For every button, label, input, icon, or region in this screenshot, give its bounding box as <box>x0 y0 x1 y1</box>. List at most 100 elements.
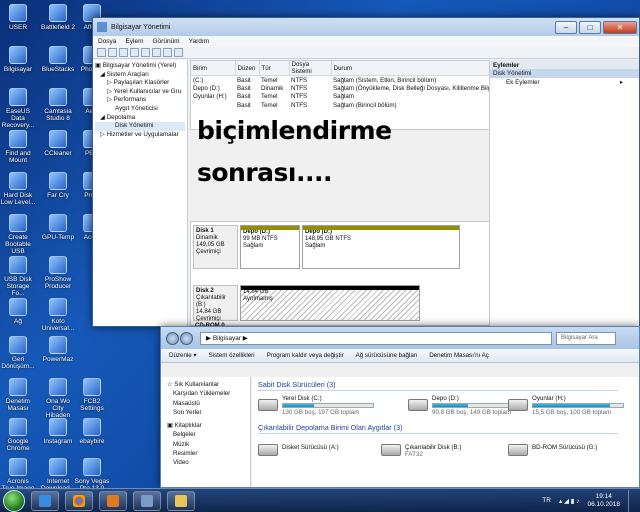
disk-1-partition-1[interactable]: Depo (D:) 99 MB NTFS Sağlam <box>240 225 300 269</box>
actions-selected[interactable]: Disk Yönetimi <box>490 69 639 78</box>
menu-eylem[interactable]: Eylem <box>125 36 143 47</box>
title-bar[interactable]: Bilgisayar Yönetimi – □ ✕ <box>93 18 639 36</box>
desktop-icon[interactable]: Camtasia Studio 8 <box>40 88 76 122</box>
desktop-icon[interactable]: Far Cry <box>40 172 76 199</box>
desktop-icon[interactable]: Ona Wo City Hibaden <box>40 378 76 419</box>
forward-icon[interactable] <box>108 48 117 57</box>
nav-videos[interactable]: Video <box>161 458 250 467</box>
column-header[interactable]: Birim <box>191 61 236 76</box>
minimize-button[interactable]: – <box>555 20 577 34</box>
search-input[interactable]: Bilgisayar Ara <box>556 331 616 345</box>
desktop-icon[interactable]: ProShow Producer <box>40 256 76 290</box>
desktop-icon[interactable]: Koto Universal... <box>40 298 76 332</box>
desktop-icon[interactable]: Battlefield 2 <box>40 4 76 31</box>
taskbar-explorer[interactable] <box>167 490 195 511</box>
disk-1-partition-2[interactable]: Depo (D:) 148,95 GB NTFS Sağlam <box>302 225 460 269</box>
desktop-icon[interactable]: GPU-Temp <box>40 214 76 241</box>
tree-item-shared-folders[interactable]: ▷ Paylaşılan Klasörler <box>95 79 185 88</box>
drive-item[interactable]: Yerel Disk (C:) 130 GB boş, 197 GB toplam <box>258 395 376 417</box>
group-fixed-disks[interactable]: Sabit Disk Sürücüleri (3) <box>258 380 616 391</box>
disk-2-label[interactable]: Disk 2 Çıkarılabilir (B:) 14,84 GB Çevri… <box>193 285 238 322</box>
nav-pictures[interactable]: Resimler <box>161 449 250 458</box>
delete-icon[interactable] <box>174 48 183 57</box>
tree-item-services[interactable]: ▷ Hizmetler ve Uygulamalar <box>95 131 185 140</box>
desktop-icon[interactable]: Geri Dönüşüm... <box>0 336 36 370</box>
address-bar[interactable]: ▶ Bilgisayar ▶ <box>200 331 552 345</box>
taskbar-computer-management[interactable] <box>133 490 161 511</box>
command-button[interactable]: Sistem özellikleri <box>209 349 255 362</box>
refresh-icon[interactable] <box>163 48 172 57</box>
desktop-icon[interactable]: PowerMaz <box>40 336 76 363</box>
desktop-icon[interactable]: Google Chrome <box>0 418 36 452</box>
nav-downloads[interactable]: Karşıdan Yüklemeler <box>161 389 250 398</box>
help-icon[interactable] <box>141 48 150 57</box>
desktop-icon[interactable]: USER <box>0 4 36 31</box>
up-icon[interactable] <box>119 48 128 57</box>
desktop-icon[interactable]: FCB2 Settings <box>74 378 110 412</box>
volume-row[interactable]: (C:) Basit Temel NTFS Sağlam (Sistem, Etkin,… <box>191 76 490 85</box>
command-button[interactable]: Denetim Masası'nı Aç <box>429 349 489 362</box>
back-button[interactable] <box>166 331 179 345</box>
desktop-icon[interactable]: Hard Disk Low Level... <box>0 172 36 206</box>
tree-item-performance[interactable]: ▷ Performans <box>95 96 185 105</box>
close-button[interactable]: ✕ <box>603 20 637 34</box>
language-indicator[interactable]: TR <box>542 497 551 504</box>
group-removable[interactable]: Çıkarılabilir Depolama Birimi Olan Aygıt… <box>258 423 620 434</box>
desktop-icon[interactable]: CCleaner <box>40 130 76 157</box>
removable-drive-item[interactable]: Disket Sürücüsü (A:) <box>258 440 376 462</box>
volume-row[interactable]: Oyunlar (H:) Basit Temel NTFS Sağlam <box>191 93 490 102</box>
tree-item-disk-management[interactable]: Disk Yönetimi <box>95 122 185 131</box>
removable-drive-item[interactable]: Çıkarılabilir Disk (B:) FAT32 <box>381 440 499 462</box>
taskbar-chrome[interactable] <box>65 490 93 511</box>
maximize-button[interactable]: □ <box>579 20 601 34</box>
desktop-icon[interactable]: Create Bootable USB <box>0 214 36 255</box>
tree-item-device-manager[interactable]: Aygıt Yöneticisi <box>95 105 185 114</box>
desktop-icon[interactable]: Find and Mount <box>0 130 36 164</box>
tree-item-storage[interactable]: ◢ Depolama <box>95 114 185 123</box>
tree-item-root[interactable]: ▣ Bilgisayar Yönetimi (Yerel) <box>95 62 185 71</box>
desktop-icon[interactable]: Denetim Masası <box>0 378 36 412</box>
nav-favorites[interactable]: ☆ Sık Kullanılanlar <box>161 380 250 389</box>
desktop-icon[interactable]: Internet Download... <box>40 458 76 492</box>
menu-dosya[interactable]: Dosya <box>98 36 116 47</box>
command-button[interactable]: Program kaldır veya değiştir <box>267 349 344 362</box>
show-desktop-button[interactable] <box>628 489 636 512</box>
nav-recent[interactable]: Son Yerler <box>161 408 250 417</box>
taskbar-ie[interactable] <box>31 490 59 511</box>
volume-row[interactable]: Basit Temel NTFS Sağlam (Birincil bölüm) <box>191 101 490 110</box>
disk-1-label[interactable]: Disk 1 Dinamik 149,05 GB Çevrimiçi <box>193 225 238 269</box>
desktop-icon[interactable]: USB Disk Storage Fo... <box>0 256 36 297</box>
tree-item-system-tools[interactable]: ◢ Sistem Araçları <box>95 71 185 80</box>
back-icon[interactable] <box>97 48 106 57</box>
forward-button[interactable] <box>180 331 193 345</box>
desktop-icon[interactable]: Ağ <box>0 298 36 325</box>
nav-desktop[interactable]: Masaüstü <box>161 399 250 408</box>
tree-item-local-users[interactable]: ▷ Yerel Kullanıcılar ve Gru <box>95 88 185 97</box>
explorer-title-bar[interactable]: ▶ Bilgisayar ▶ Bilgisayar Ara <box>161 327 639 349</box>
more-actions[interactable]: Ek Eylemler ▸ <box>490 78 639 87</box>
menu-gorunum[interactable]: Görünüm <box>153 36 180 47</box>
desktop-icon[interactable]: Bilgisayar <box>0 46 36 73</box>
desktop-icon[interactable]: Acronis True Image <box>0 458 36 492</box>
column-header[interactable]: Dosya Sistemi <box>289 61 332 76</box>
menu-yardim[interactable]: Yardım <box>189 36 209 47</box>
command-button[interactable]: Düzenle ▾ <box>169 349 197 362</box>
column-header[interactable]: Durum <box>331 61 490 76</box>
desktop-icon[interactable]: BlueStacks <box>40 46 76 73</box>
disk-icon[interactable] <box>152 48 161 57</box>
tray-icons[interactable]: ▴ ◢ ▮ ♪ <box>559 497 580 505</box>
drive-item[interactable]: Oyunlar (H:) 15,5 GB boş, 100 GB toplam <box>508 395 626 417</box>
properties-icon[interactable] <box>130 48 139 57</box>
desktop-icon[interactable]: Instagram <box>40 418 76 445</box>
desktop-icon[interactable]: ebaybire <box>74 418 110 445</box>
column-header[interactable]: Tür <box>259 61 290 76</box>
volume-row[interactable]: Depo (D:) Basit Dinamik NTFS Sağlam (Önyükle… <box>191 84 490 93</box>
disk-2-unallocated[interactable]: 14,84 GB Ayrılmamış <box>240 285 420 321</box>
nav-documents[interactable]: Belgeler <box>161 430 250 439</box>
column-header[interactable]: Düzen <box>235 61 260 76</box>
nav-libraries[interactable]: ▣ Kitaplıklar <box>161 421 250 430</box>
taskbar-media[interactable] <box>99 490 127 511</box>
desktop-icon[interactable]: EaseUS Data Recovery... <box>0 88 36 129</box>
nav-music[interactable]: Müzik <box>161 440 250 449</box>
start-button[interactable] <box>3 489 25 512</box>
